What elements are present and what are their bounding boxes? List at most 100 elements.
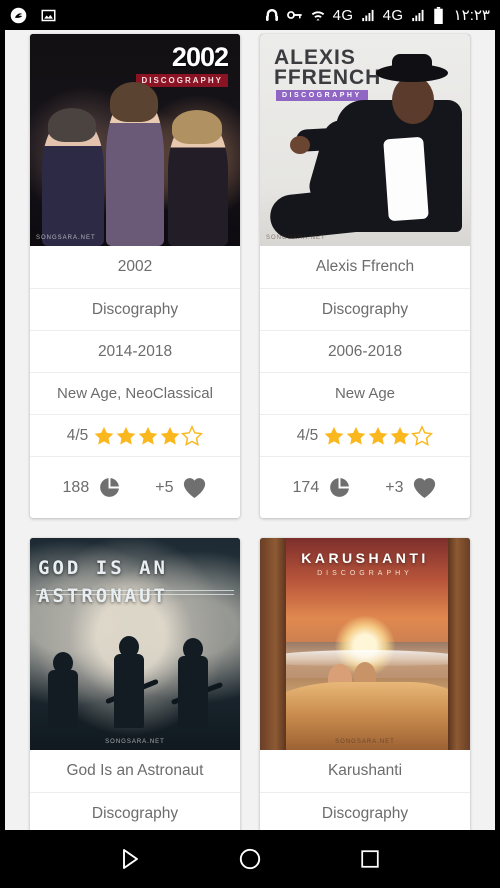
recents-square-icon [361,850,379,868]
album-rating-row: 4/5 [30,414,240,456]
album-rating-row: 4/5 [260,414,470,456]
cover-watermark: SONGSARA.NET [36,235,96,241]
cover-divider-line [36,590,234,591]
star-filled-icon [138,426,158,445]
album-years-row: 2014-2018 [30,330,240,372]
musician-head [53,652,73,674]
album-artist-row: Alexis Ffrench [315,258,415,275]
back-button[interactable] [107,836,153,882]
album-type-row: Discography [30,288,240,330]
figure-hand [290,136,310,154]
cover-title-line2: FFRENCH [274,66,382,89]
figure-shirt [383,136,429,222]
star-filled-icon [116,426,136,445]
album-card[interactable]: 2002 DISCOGRAPHY SONGSARA.NET 2002 Disco… [30,34,240,518]
album-grid: 2002 DISCOGRAPHY SONGSARA.NET 2002 Disco… [5,30,495,830]
star-filled-icon [94,426,114,445]
android-navigation-bar [0,830,500,888]
album-cover-image[interactable]: 2002 DISCOGRAPHY SONGSARA.NET [30,34,240,246]
heart-icon [414,478,436,498]
cover-subtitle: DISCOGRAPHY [317,570,413,577]
cover-title: ALEXIS FFRENCH [274,46,382,89]
musician-silhouette [48,670,78,728]
likes-action[interactable]: +3 [385,476,437,499]
cover-title: GOD IS AN ASTRONAUT [38,554,232,610]
rating-stars[interactable] [323,424,434,447]
star-filled-icon [324,426,344,445]
recents-button[interactable] [347,836,393,882]
album-cover-image[interactable]: KARUSHANTI DISCOGRAPHY SONGSARA.NET [260,538,470,750]
cover-subtitle: DISCOGRAPHY [136,74,228,87]
musician-head [183,638,203,660]
network-4g-sim1-label: 4G [332,6,354,24]
album-type-row: Discography [260,288,470,330]
album-actions-row: 174 +3 [260,456,470,518]
musician-head [119,636,139,658]
heart-icon [184,478,206,498]
home-button[interactable] [227,836,273,882]
pie-chart-icon [100,478,120,497]
figure-head [392,76,434,124]
album-card[interactable]: ALEXIS FFRENCH DISCOGRAPHY SONGSARA.NET … [260,34,470,518]
network-4g-sim2-label: 4G [382,6,404,24]
battery-icon [433,6,444,24]
album-cover-image[interactable]: GOD IS AN ASTRONAUT SONGSARA.NET [30,538,240,750]
album-artist-row: Karushanti [327,762,403,779]
figure-hat-brim [376,64,448,82]
signal-bars-sim2-icon [411,8,426,23]
band-member-head [172,110,222,144]
app-logo-icon [10,7,27,24]
gallery-image-icon [41,8,56,23]
album-type-row: Discography [30,792,240,830]
album-years-row: 2006-2018 [260,330,470,372]
vpn-key-icon [286,8,303,22]
star-outline-icon [181,424,204,446]
star-filled-icon [346,426,366,445]
cover-art-2002: 2002 DISCOGRAPHY [30,34,240,246]
album-actions-row: 188 +5 [30,456,240,518]
album-card[interactable]: KARUSHANTI DISCOGRAPHY SONGSARA.NET Karu… [260,538,470,830]
album-type-row: Discography [260,792,470,830]
likes-count: +5 [155,478,174,496]
star-filled-icon [368,426,388,445]
status-bar-left-icons [10,7,56,24]
headphones-icon [264,7,280,23]
album-artist-row: 2002 [117,258,153,275]
status-bar-right-icons: 4G 4G ۱۲:۲۳ [264,6,490,24]
signal-bars-sim1-icon [361,8,376,23]
cover-title-line2: ASTRONAUT [38,585,168,607]
rating-value-label: 4/5 [66,426,89,444]
wifi-icon [310,7,326,23]
band-member-head [110,82,158,122]
views-action[interactable]: 174 [293,476,352,499]
cover-subtitle: DISCOGRAPHY [276,90,368,101]
back-triangle-icon [123,849,138,869]
cover-art-alexis-ffrench: ALEXIS FFRENCH DISCOGRAPHY [260,34,470,246]
star-filled-icon [160,426,180,445]
cover-watermark: SONGSARA.NET [266,235,326,241]
musician-silhouette [178,656,208,728]
views-count: 188 [62,478,90,496]
phone-screen: 4G 4G ۱۲:۲۳ 2002 DISCOGRAPHY SONGSARA.NE… [0,0,500,888]
star-outline-icon [411,424,434,446]
cover-title-line1: GOD IS AN [38,557,168,579]
cover-title: 2002 [171,42,229,72]
cover-divider-line [36,594,234,595]
rating-value-label: 4/5 [296,426,319,444]
rating-stars[interactable] [93,424,204,447]
home-circle-icon [239,848,261,870]
star-filled-icon [390,426,410,445]
clock-label: ۱۲:۲۳ [453,7,490,24]
musician-silhouette [114,654,144,728]
album-artist-row: God Is an Astronaut [66,762,204,779]
cover-watermark: SONGSARA.NET [105,739,165,745]
cover-title-line1: ALEXIS [274,46,356,69]
album-cover-image[interactable]: ALEXIS FFRENCH DISCOGRAPHY SONGSARA.NET [260,34,470,246]
content-scroll-area[interactable]: 2002 DISCOGRAPHY SONGSARA.NET 2002 Disco… [0,30,500,830]
views-action[interactable]: 188 [63,476,122,499]
cover-art-karushanti: KARUSHANTI DISCOGRAPHY [260,538,470,750]
likes-action[interactable]: +5 [155,476,207,499]
pie-chart-icon [330,478,350,497]
album-card[interactable]: GOD IS AN ASTRONAUT SONGSARA.NET God Is … [30,538,240,830]
cover-watermark: SONGSARA.NET [335,739,395,745]
